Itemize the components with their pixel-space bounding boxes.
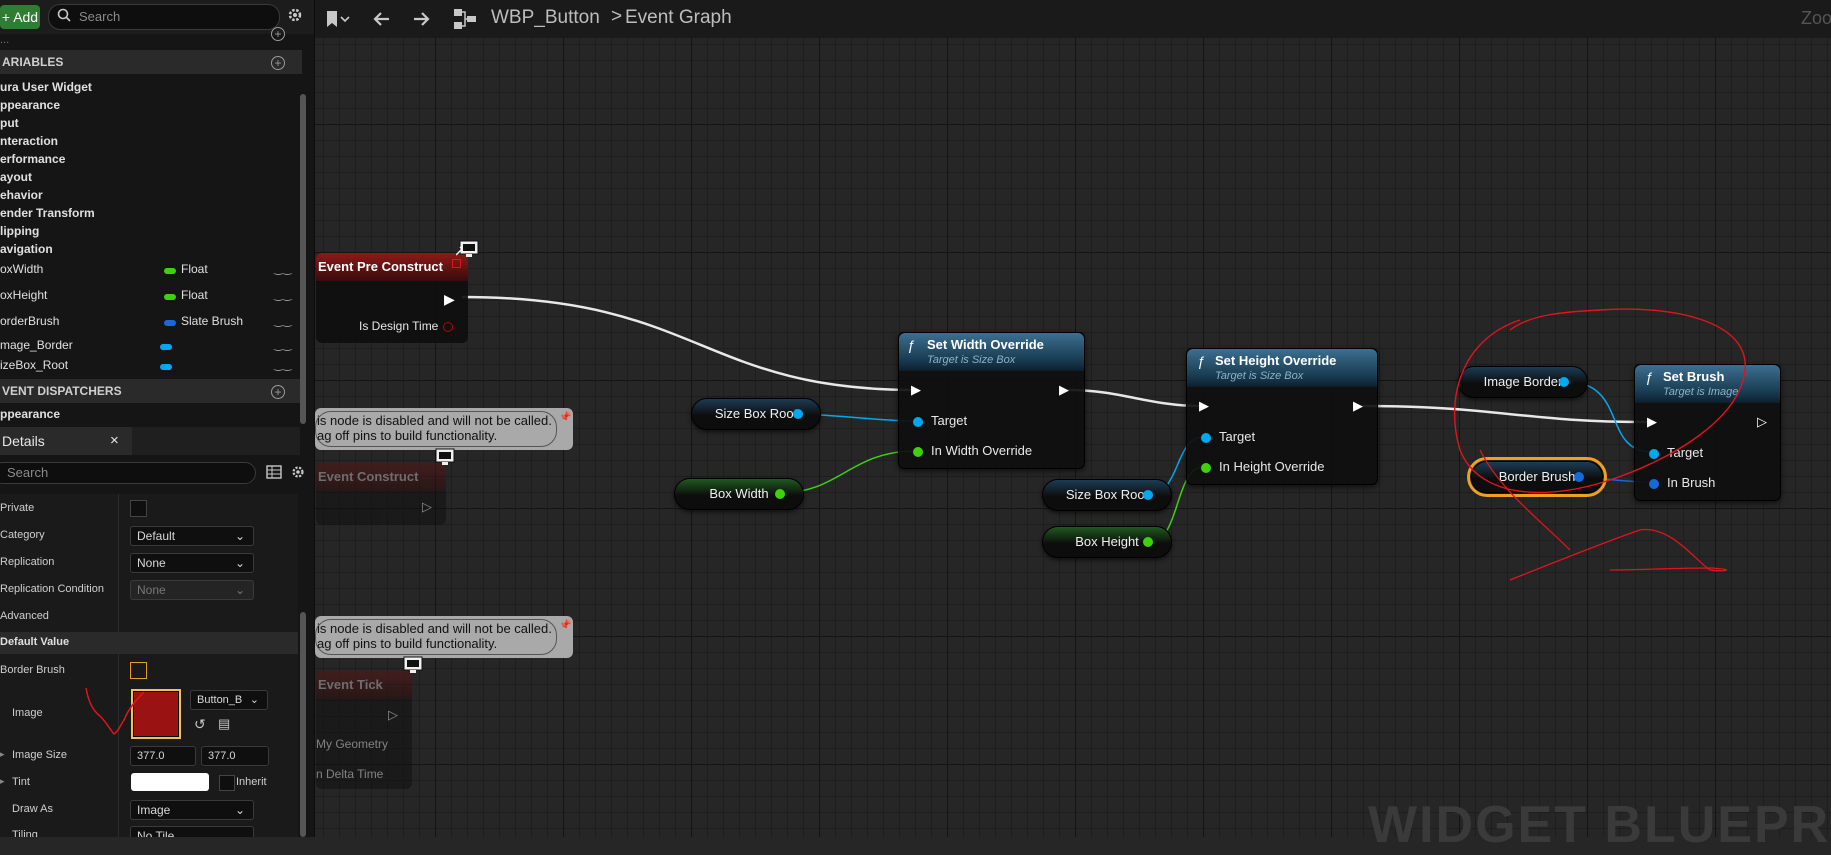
function-icon: ƒ bbox=[1197, 353, 1205, 369]
pin-icon[interactable]: 📌 bbox=[559, 618, 571, 633]
client-monitor-icon bbox=[455, 239, 480, 264]
red-annotation-circle bbox=[1453, 308, 1746, 581]
target-pin[interactable] bbox=[1201, 433, 1211, 443]
event-pre-construct-node[interactable]: Event Pre Construct ▶ Is Design Time bbox=[316, 253, 468, 343]
output-pin[interactable] bbox=[1143, 490, 1153, 500]
bool-output-pin[interactable] bbox=[443, 322, 453, 332]
size-box-root-getter[interactable]: Size Box Root bbox=[691, 398, 821, 430]
box-width-getter[interactable]: Box Width bbox=[674, 478, 804, 510]
disabled-node-comment: is node is disabled and will not be call… bbox=[315, 408, 573, 450]
exec-output-pin[interactable]: ▷ bbox=[388, 707, 398, 723]
function-icon: ƒ bbox=[907, 337, 915, 353]
output-pin[interactable] bbox=[1143, 537, 1153, 547]
output-pin[interactable] bbox=[775, 489, 785, 499]
disabled-node-comment: is node is disabled and will not be call… bbox=[315, 616, 573, 658]
output-pin[interactable] bbox=[793, 409, 803, 419]
target-pin[interactable] bbox=[913, 417, 923, 427]
event-tick-node[interactable]: Event Tick ▷ My Geometry n Delta Time bbox=[316, 671, 412, 789]
exec-input-pin[interactable]: ▶ bbox=[911, 382, 921, 398]
event-construct-node[interactable]: Event Construct ▷ bbox=[316, 463, 446, 525]
exec-output-pin[interactable]: ▷ bbox=[422, 499, 432, 515]
exec-output-pin[interactable]: ▶ bbox=[1059, 382, 1069, 398]
set-height-override-node[interactable]: ƒ Set Height Override Target is Size Box… bbox=[1186, 348, 1378, 485]
in-height-override-pin[interactable] bbox=[1201, 463, 1211, 473]
in-width-override-pin[interactable] bbox=[913, 447, 923, 457]
exec-output-pin[interactable]: ▶ bbox=[444, 291, 455, 308]
client-monitor-icon bbox=[432, 447, 456, 472]
pin-icon[interactable]: 📌 bbox=[559, 410, 571, 425]
exec-input-pin[interactable]: ▶ bbox=[1199, 398, 1209, 414]
exec-output-pin[interactable]: ▶ bbox=[1353, 398, 1363, 414]
client-monitor-icon bbox=[400, 655, 424, 680]
set-width-override-node[interactable]: ƒ Set Width Override Target is Size Box … bbox=[898, 332, 1085, 469]
box-height-getter[interactable]: Box Height bbox=[1042, 526, 1172, 558]
size-box-root-getter[interactable]: Size Box Root bbox=[1042, 479, 1172, 511]
